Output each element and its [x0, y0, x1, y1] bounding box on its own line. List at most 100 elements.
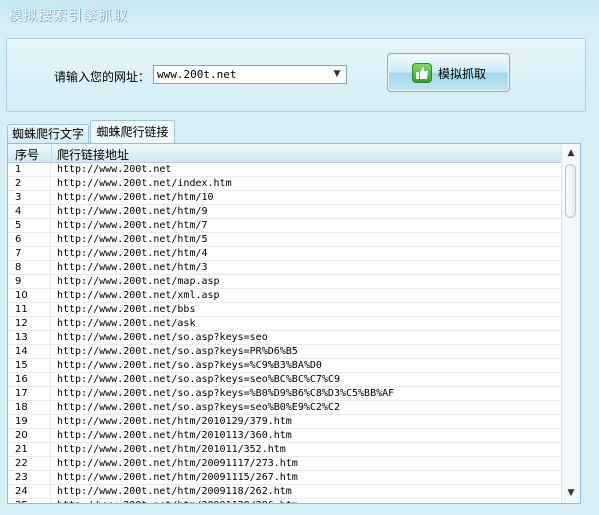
table-row[interactable]: 1 http://www.200t.net [8, 163, 562, 177]
grab-button-label: 模拟抓取 [438, 67, 487, 81]
row-seq: 22 [8, 457, 51, 470]
row-url: http://www.200t.net/htm/2009118/262.htm [57, 486, 292, 497]
simulate-grab-button[interactable]: 模拟抓取 [387, 53, 510, 92]
row-url: http://www.200t.net [57, 164, 172, 175]
row-seq: 8 [8, 261, 51, 274]
row-seq: 1 [8, 163, 51, 176]
url-value[interactable]: www.200t.net [157, 68, 236, 81]
column-header-seq[interactable]: 序号 [8, 144, 52, 162]
row-url: http://www.200t.net/htm/20091128/286.htm [57, 499, 298, 503]
table-row[interactable]: 9 http://www.200t.net/map.asp [8, 275, 562, 289]
table-body: 1 http://www.200t.net 2 http://www.200t.net… [8, 163, 562, 503]
table-row[interactable]: 3 http://www.200t.net/htm/10 [8, 191, 562, 205]
row-url: http://www.200t.net/map.asp [57, 276, 220, 287]
row-url: http://www.200t.net/so.asp?keys=%C9%B3%B… [57, 360, 322, 371]
table-row[interactable]: 4 http://www.200t.net/htm/9 [8, 205, 562, 219]
row-url: http://www.200t.net/htm/9 [57, 206, 208, 217]
table-row[interactable]: 18 http://www.200t.net/so.asp?keys=seo%B0… [8, 401, 562, 415]
row-url: http://www.200t.net/htm/2010113/360.htm [57, 430, 292, 441]
row-seq: 18 [8, 401, 51, 414]
scroll-down-arrow-icon[interactable]: ▼ [562, 485, 580, 501]
row-seq: 25 [8, 499, 51, 503]
row-url: http://www.200t.net/so.asp?keys=seo%B0%E… [57, 402, 340, 413]
tab-spider-links[interactable]: 蜘蛛爬行链接 [90, 120, 175, 144]
table-row[interactable]: 6 http://www.200t.net/htm/5 [8, 233, 562, 247]
table-row[interactable]: 12 http://www.200t.net/ask [8, 317, 562, 331]
row-seq: 14 [8, 345, 51, 358]
tab-label: 蜘蛛爬行文字 [11, 127, 84, 141]
thumbs-up-icon [412, 63, 432, 83]
table-row[interactable]: 19 http://www.200t.net/htm/2010129/379.ht… [8, 415, 562, 429]
table-row[interactable]: 25 http://www.200t.net/htm/20091128/286.h… [8, 499, 562, 503]
row-seq: 3 [8, 191, 51, 204]
row-seq: 11 [8, 303, 51, 316]
table-row[interactable]: 23 http://www.200t.net/htm/20091115/267.h… [8, 471, 562, 485]
table-row[interactable]: 13 http://www.200t.net/so.asp?keys=seo [8, 331, 562, 345]
row-seq: 16 [8, 373, 51, 386]
table-row[interactable]: 11 http://www.200t.net/bbs [8, 303, 562, 317]
window-title: 模拟搜索引擎抓取 [8, 8, 128, 24]
table-row[interactable]: 14 http://www.200t.net/so.asp?keys=PR%D6%… [8, 345, 562, 359]
url-panel: 请输入您的网址： www.200t.net ▼ 模拟抓取 [6, 38, 586, 112]
tab-label: 蜘蛛爬行链接 [96, 125, 169, 139]
row-seq: 17 [8, 387, 51, 400]
row-url: http://www.200t.net/htm/20091117/273.htm [57, 458, 298, 469]
row-url: http://www.200t.net/htm/7 [57, 220, 208, 231]
row-url: http://www.200t.net/ask [57, 318, 196, 329]
row-seq: 5 [8, 219, 51, 232]
row-seq: 15 [8, 359, 51, 372]
row-seq: 12 [8, 317, 51, 330]
row-url: http://www.200t.net/so.asp?keys=%B0%D9%B… [57, 388, 395, 399]
tab-spider-text[interactable]: 蜘蛛爬行文字 [7, 124, 89, 144]
row-seq: 21 [8, 443, 51, 456]
row-url: http://www.200t.net/so.asp?keys=seo%BC%B… [57, 374, 340, 385]
url-label: 请输入您的网址： [54, 70, 151, 84]
row-url: http://www.200t.net/htm/4 [57, 248, 208, 259]
row-url: http://www.200t.net/xml.asp [57, 290, 220, 301]
table-row[interactable]: 24 http://www.200t.net/htm/2009118/262.ht… [8, 485, 562, 499]
row-seq: 23 [8, 471, 51, 484]
table-header: 序号 爬行链接地址 [8, 144, 562, 163]
table-row[interactable]: 17 http://www.200t.net/so.asp?keys=%B0%D9… [8, 387, 562, 401]
table-row[interactable]: 2 http://www.200t.net/index.htm [8, 177, 562, 191]
table-row[interactable]: 8 http://www.200t.net/htm/3 [8, 261, 562, 275]
links-table: 序号 爬行链接地址 1 http://www.200t.net 2 http://ww… [7, 143, 581, 504]
row-url: http://www.200t.net/htm/2010129/379.htm [57, 416, 292, 427]
row-url: http://www.200t.net/bbs [57, 304, 196, 315]
url-dropdown[interactable]: www.200t.net ▼ [153, 65, 347, 84]
row-seq: 7 [8, 247, 51, 260]
row-seq: 24 [8, 485, 51, 498]
row-url: http://www.200t.net/htm/201011/352.htm [57, 444, 286, 455]
row-url: http://www.200t.net/htm/20091115/267.htm [57, 472, 298, 483]
row-seq: 13 [8, 331, 51, 344]
vertical-scrollbar[interactable]: ▲ ▼ [561, 144, 580, 503]
table-row[interactable]: 10 http://www.200t.net/xml.asp [8, 289, 562, 303]
table-row[interactable]: 21 http://www.200t.net/htm/201011/352.htm [8, 443, 562, 457]
table-row[interactable]: 5 http://www.200t.net/htm/7 [8, 219, 562, 233]
row-url: http://www.200t.net/htm/5 [57, 234, 208, 245]
column-header-label: 爬行链接地址 [57, 148, 130, 162]
row-url: http://www.200t.net/htm/3 [57, 262, 208, 273]
column-header-label: 序号 [15, 148, 40, 162]
row-seq: 10 [8, 289, 51, 302]
scrollbar-thumb[interactable] [565, 164, 576, 218]
column-header-url[interactable]: 爬行链接地址 [52, 144, 552, 162]
table-row[interactable]: 15 http://www.200t.net/so.asp?keys=%C9%B3… [8, 359, 562, 373]
table-row[interactable]: 22 http://www.200t.net/htm/20091117/273.h… [8, 457, 562, 471]
row-seq: 9 [8, 275, 51, 288]
table-row[interactable]: 7 http://www.200t.net/htm/4 [8, 247, 562, 261]
dropdown-arrow-icon[interactable]: ▼ [330, 66, 344, 83]
table-row[interactable]: 16 http://www.200t.net/so.asp?keys=seo%BC… [8, 373, 562, 387]
row-url: http://www.200t.net/so.asp?keys=seo [57, 332, 268, 343]
row-seq: 4 [8, 205, 51, 218]
title-bar: 模拟搜索引擎抓取 [0, 0, 599, 30]
row-url: http://www.200t.net/htm/10 [57, 192, 214, 203]
row-seq: 20 [8, 429, 51, 442]
row-seq: 6 [8, 233, 51, 246]
row-seq: 19 [8, 415, 51, 428]
row-url: http://www.200t.net/index.htm [57, 178, 232, 189]
scroll-up-arrow-icon[interactable]: ▲ [562, 145, 580, 161]
table-row[interactable]: 20 http://www.200t.net/htm/2010113/360.ht… [8, 429, 562, 443]
row-seq: 2 [8, 177, 51, 190]
row-url: http://www.200t.net/so.asp?keys=PR%D6%B5 [57, 346, 298, 357]
